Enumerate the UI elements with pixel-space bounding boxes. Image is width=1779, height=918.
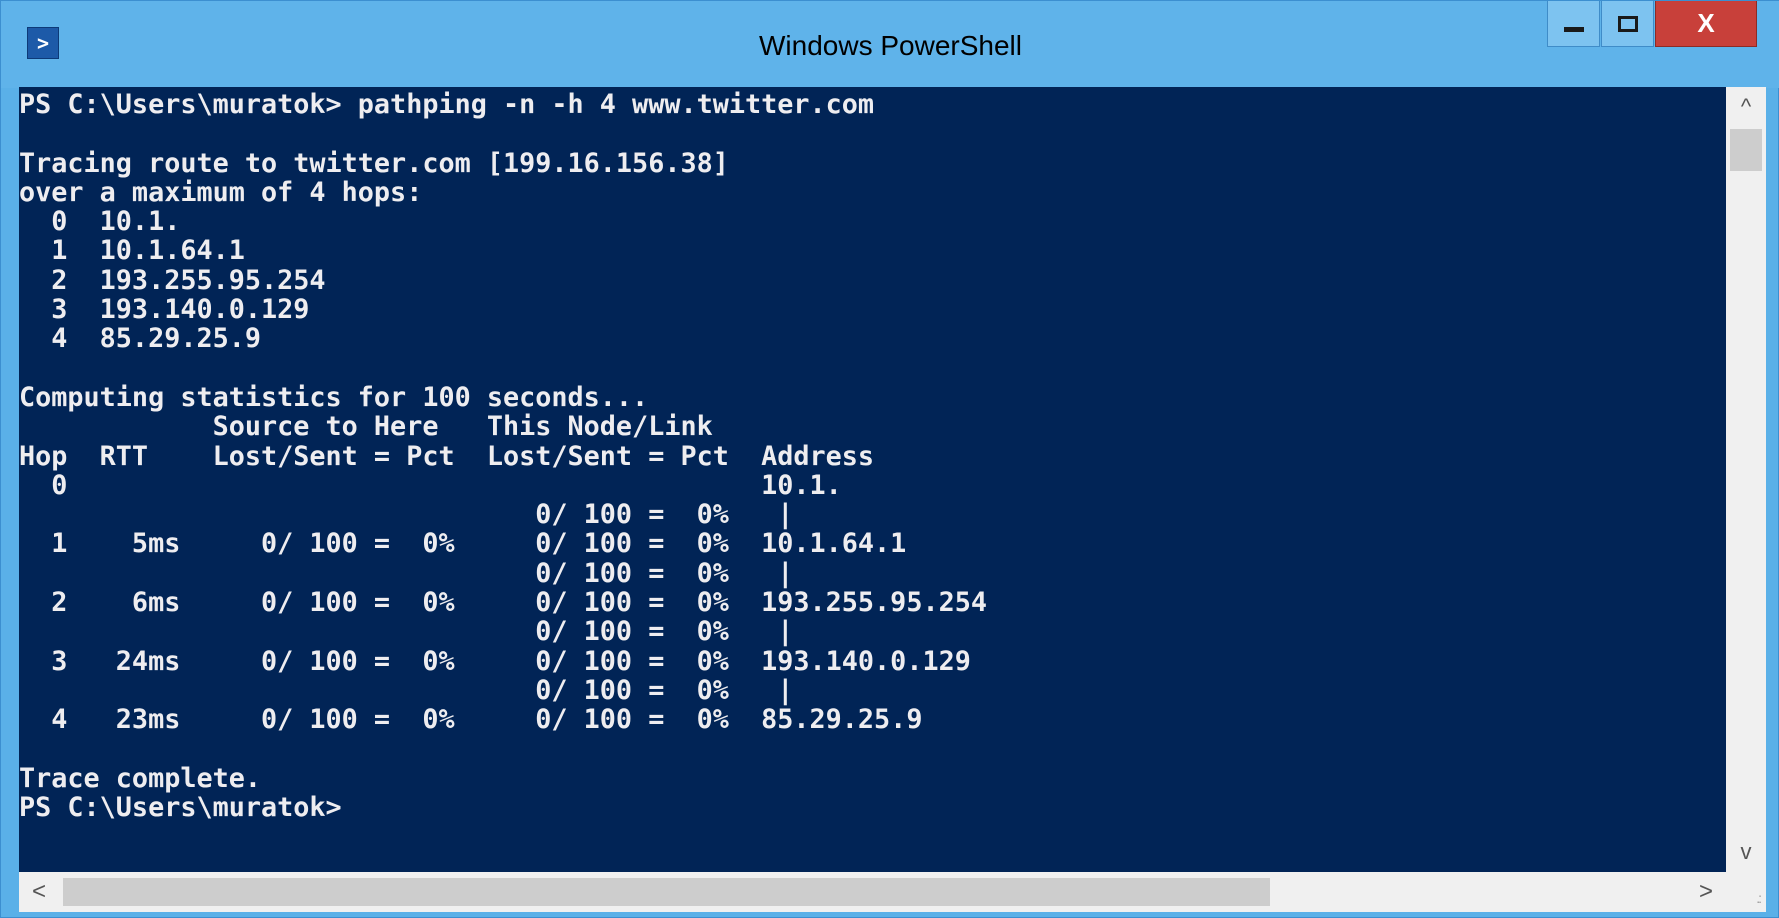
console-line: Source to Here This Node/Link [19, 411, 713, 443]
close-button[interactable]: X [1655, 1, 1757, 47]
title-bar[interactable]: > Windows PowerShell [1, 1, 1779, 88]
console-line: 0 10.1. [19, 469, 842, 501]
resize-grip-icon[interactable]: .: [1726, 872, 1766, 912]
console-output[interactable]: PS C:\Users\muratok> pathping -n -h 4 ww… [19, 87, 1726, 872]
horizontal-scrollbar[interactable]: < > [19, 872, 1726, 912]
scroll-up-arrow-icon[interactable]: ^ [1726, 87, 1766, 127]
console-line: 2 193.255.95.254 [19, 264, 326, 296]
console-line: Trace complete. [19, 762, 261, 794]
console-line: Hop RTT Lost/Sent = Pct Lost/Sent = Pct … [19, 440, 875, 472]
console-line: 2 6ms 0/ 100 = 0% 0/ 100 = 0% 193.255.95… [19, 587, 987, 619]
console-line: 0/ 100 = 0% | [19, 674, 794, 706]
console-line: 4 85.29.25.9 [19, 323, 261, 355]
console-line: over a maximum of 4 hops: [19, 176, 423, 208]
vertical-scroll-thumb[interactable] [1730, 129, 1762, 171]
scroll-right-arrow-icon[interactable]: > [1686, 872, 1726, 912]
horizontal-scroll-thumb[interactable] [63, 878, 1270, 906]
console-text: PS C:\Users\muratok> pathping -n -h 4 ww… [19, 90, 987, 822]
maximize-button[interactable] [1601, 1, 1654, 47]
console-line: 4 23ms 0/ 100 = 0% 0/ 100 = 0% 85.29.25.… [19, 704, 923, 736]
console-line: 3 193.140.0.129 [19, 294, 310, 326]
maximize-icon [1617, 15, 1638, 32]
console-line: Computing statistics for 100 seconds... [19, 381, 649, 413]
console-line: 3 24ms 0/ 100 = 0% 0/ 100 = 0% 193.140.0… [19, 645, 971, 677]
close-icon: X [1697, 8, 1715, 38]
vertical-scrollbar[interactable]: ^ v [1726, 87, 1766, 872]
console-line: PS C:\Users\muratok> [19, 792, 342, 824]
scroll-left-arrow-icon[interactable]: < [19, 872, 59, 912]
console-line: 0 10.1. [19, 206, 181, 238]
minimize-icon [1563, 27, 1584, 32]
console-line: 0/ 100 = 0% | [19, 616, 794, 648]
minimize-button[interactable] [1547, 1, 1600, 47]
window-title: Windows PowerShell [759, 30, 1022, 61]
powershell-window: > Windows PowerShell X PS C:\Users\murat… [0, 0, 1779, 918]
scroll-down-arrow-icon[interactable]: v [1726, 832, 1766, 872]
console-line: 1 10.1.64.1 [19, 235, 245, 267]
console-line: 0/ 100 = 0% | [19, 557, 794, 589]
console-line: Tracing route to twitter.com [199.16.156… [19, 147, 729, 179]
console-line: PS C:\Users\muratok> pathping -n -h 4 ww… [19, 89, 875, 120]
console-line: 0/ 100 = 0% | [19, 499, 794, 531]
console-line: 1 5ms 0/ 100 = 0% 0/ 100 = 0% 10.1.64.1 [19, 528, 907, 560]
